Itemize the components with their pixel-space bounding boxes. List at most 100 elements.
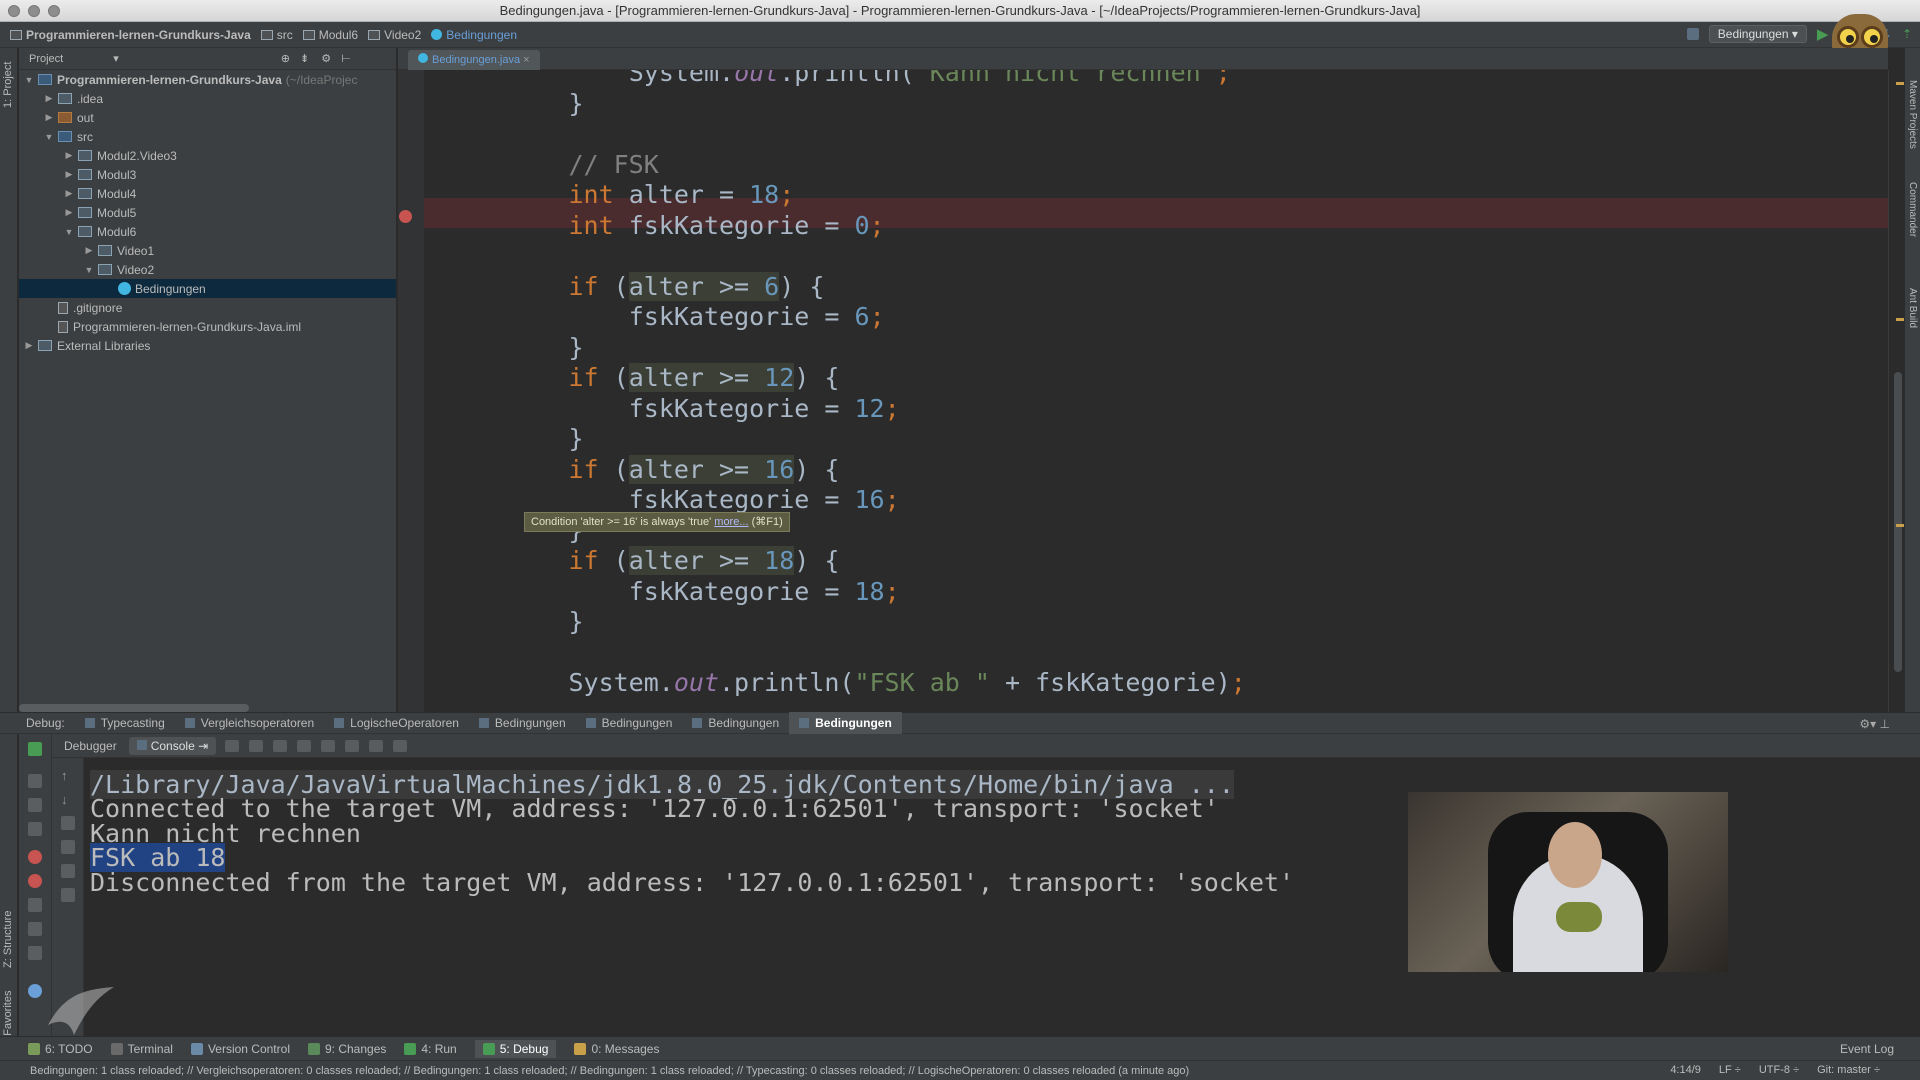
breadcrumb-src[interactable]: src bbox=[260, 28, 293, 42]
ant-build-tool-button[interactable]: Ant Build bbox=[1907, 288, 1918, 328]
warning-marker[interactable] bbox=[1896, 524, 1904, 527]
collapse-arrow-icon[interactable]: ▶ bbox=[23, 340, 35, 351]
tree-item[interactable]: ▶ Modul2.Video3 bbox=[19, 146, 396, 165]
breakpoint-icon[interactable] bbox=[399, 210, 412, 223]
tree-item[interactable]: ▶ Modul4 bbox=[19, 184, 396, 203]
maven-projects-tool-button[interactable]: Maven Projects bbox=[1907, 80, 1918, 149]
show-execution-point-icon[interactable] bbox=[225, 739, 240, 752]
build-icon[interactable] bbox=[1686, 28, 1699, 40]
tool-window-button[interactable]: 0: Messages bbox=[574, 1042, 659, 1056]
tool-window-button[interactable]: Terminal bbox=[110, 1042, 173, 1056]
up-icon[interactable]: ↑ bbox=[61, 768, 75, 783]
tool-window-button[interactable]: 9: Changes bbox=[307, 1042, 386, 1056]
run-configuration-select[interactable]: Bedingungen ▾ bbox=[1708, 25, 1807, 43]
debug-session-tab[interactable]: Typecasting bbox=[75, 712, 175, 734]
file-encoding[interactable]: UTF-8 ÷ bbox=[1759, 1064, 1799, 1076]
down-icon[interactable]: ↓ bbox=[61, 792, 75, 807]
tree-item[interactable]: Bedingungen bbox=[19, 279, 396, 298]
line-separator[interactable]: LF ÷ bbox=[1719, 1064, 1741, 1076]
project-scrollbar[interactable] bbox=[19, 704, 249, 712]
expand-arrow-icon[interactable]: ▼ bbox=[23, 75, 35, 85]
settings-icon[interactable] bbox=[28, 922, 42, 936]
mute-breakpoints-icon[interactable] bbox=[28, 874, 42, 888]
caret-position[interactable]: 4:14/9 bbox=[1670, 1064, 1701, 1076]
breadcrumb-bedingungen[interactable]: Bedingungen bbox=[431, 28, 517, 42]
tree-item[interactable]: ▶ .idea bbox=[19, 89, 396, 108]
event-log-button[interactable]: Event Log bbox=[1840, 1042, 1894, 1056]
run-icon[interactable]: ▶ bbox=[1817, 25, 1829, 43]
collapse-arrow-icon[interactable]: ▶ bbox=[63, 188, 75, 199]
tree-item[interactable]: ▶ Video1 bbox=[19, 241, 396, 260]
console-tab[interactable]: Console ⇥ bbox=[128, 736, 217, 755]
tree-item[interactable]: Programmieren-lernen-Grundkurs-Java.iml bbox=[19, 317, 396, 336]
code-editor[interactable]: System.out.println("Kann nicht rechnen";… bbox=[424, 70, 1888, 712]
sync-icon[interactable]: ⊕ bbox=[281, 52, 290, 65]
tab-bedingungen-java[interactable]: Bedingungen.java × bbox=[408, 50, 540, 70]
editor-gutter[interactable] bbox=[398, 70, 424, 712]
warning-marker[interactable] bbox=[1896, 318, 1904, 321]
resume-icon[interactable] bbox=[28, 774, 42, 788]
tree-item[interactable]: ▶ Modul3 bbox=[19, 165, 396, 184]
project-tool-button[interactable]: 1: Project bbox=[2, 62, 14, 108]
tree-item[interactable]: ▶ External Libraries bbox=[19, 336, 396, 355]
pause-icon[interactable] bbox=[28, 798, 42, 812]
collapse-arrow-icon[interactable]: ▶ bbox=[43, 93, 55, 104]
gear-icon[interactable]: ⚙▾ ⊥ bbox=[1859, 717, 1890, 731]
expand-arrow-icon[interactable]: ▼ bbox=[43, 132, 55, 142]
tool-window-button[interactable]: Version Control bbox=[190, 1042, 290, 1056]
collapse-arrow-icon[interactable]: ▶ bbox=[43, 112, 55, 123]
collapse-arrow-icon[interactable]: ▶ bbox=[63, 150, 75, 161]
force-step-into-icon[interactable] bbox=[297, 739, 312, 752]
commander-tool-button[interactable]: Commander bbox=[1907, 182, 1918, 237]
expand-arrow-icon[interactable]: ▼ bbox=[63, 227, 75, 237]
run-to-cursor-icon[interactable] bbox=[369, 739, 384, 752]
expand-arrow-icon[interactable]: ▼ bbox=[83, 265, 95, 275]
collapse-arrow-icon[interactable]: ▶ bbox=[83, 245, 95, 256]
debug-session-tab[interactable]: Bedingungen bbox=[789, 712, 902, 734]
stop-icon[interactable] bbox=[28, 822, 42, 836]
breadcrumb-video2[interactable]: Video2 bbox=[368, 28, 421, 42]
view-breakpoints-icon[interactable] bbox=[28, 850, 42, 864]
close-icon[interactable]: × bbox=[523, 54, 529, 66]
tree-item[interactable]: ▼ Modul6 bbox=[19, 222, 396, 241]
pin-icon[interactable] bbox=[28, 946, 42, 960]
chevron-down-icon[interactable]: ▾ bbox=[113, 52, 119, 65]
git-branch[interactable]: Git: master ÷ bbox=[1817, 1064, 1880, 1076]
debug-session-tab[interactable]: Bedingungen bbox=[469, 712, 576, 734]
debugger-tab[interactable]: Debugger bbox=[56, 737, 125, 755]
tree-item[interactable]: ▶ out bbox=[19, 108, 396, 127]
tree-item[interactable]: ▼ src bbox=[19, 127, 396, 146]
tree-item[interactable]: ▼ Video2 bbox=[19, 260, 396, 279]
tool-window-button[interactable]: 5: Debug bbox=[474, 1039, 557, 1058]
tool-window-button[interactable]: 4: Run bbox=[404, 1042, 457, 1056]
collapse-icon[interactable]: ⇟ bbox=[300, 52, 309, 65]
step-into-icon[interactable] bbox=[273, 739, 288, 752]
gear-icon[interactable]: ⚙ bbox=[321, 52, 331, 65]
structure-tool-button[interactable]: Z: Structure bbox=[2, 911, 14, 968]
debug-session-tab[interactable]: Bedingungen bbox=[576, 712, 683, 734]
tool-window-button[interactable]: 6: TODO bbox=[28, 1042, 93, 1056]
print-icon[interactable] bbox=[61, 864, 75, 878]
step-out-icon[interactable] bbox=[321, 739, 336, 752]
hide-panel-icon[interactable]: ⊢ bbox=[341, 52, 351, 65]
warning-marker[interactable] bbox=[1896, 82, 1904, 85]
debug-session-tab[interactable]: LogischeOperatoren bbox=[324, 712, 469, 734]
step-over-icon[interactable] bbox=[249, 739, 264, 752]
soft-wrap-icon[interactable] bbox=[61, 816, 75, 830]
gear-icon[interactable] bbox=[28, 984, 42, 998]
evaluate-expression-icon[interactable] bbox=[393, 739, 408, 752]
tree-item[interactable]: ▶ Modul5 bbox=[19, 203, 396, 222]
drop-frame-icon[interactable] bbox=[345, 739, 360, 752]
scroll-to-end-icon[interactable] bbox=[61, 840, 75, 854]
restore-layout-icon[interactable] bbox=[28, 898, 42, 912]
status-message[interactable]: Bedingungen: 1 class reloaded; // Vergle… bbox=[30, 1065, 1189, 1077]
debug-session-tab[interactable]: Bedingungen bbox=[682, 712, 789, 734]
breadcrumb-modul6[interactable]: Modul6 bbox=[302, 28, 358, 42]
tree-item[interactable]: ▼ Programmieren-lernen-Grundkurs-Java (~/I… bbox=[19, 70, 396, 89]
rerun-icon[interactable] bbox=[28, 742, 42, 756]
breadcrumb-project[interactable]: Programmieren-lernen-Grundkurs-Java bbox=[10, 28, 251, 42]
project-view-select[interactable]: Project bbox=[29, 53, 63, 65]
collapse-arrow-icon[interactable]: ▶ bbox=[63, 169, 75, 180]
editor-scrollbar[interactable] bbox=[1894, 372, 1902, 672]
tree-item[interactable]: .gitignore bbox=[19, 298, 396, 317]
